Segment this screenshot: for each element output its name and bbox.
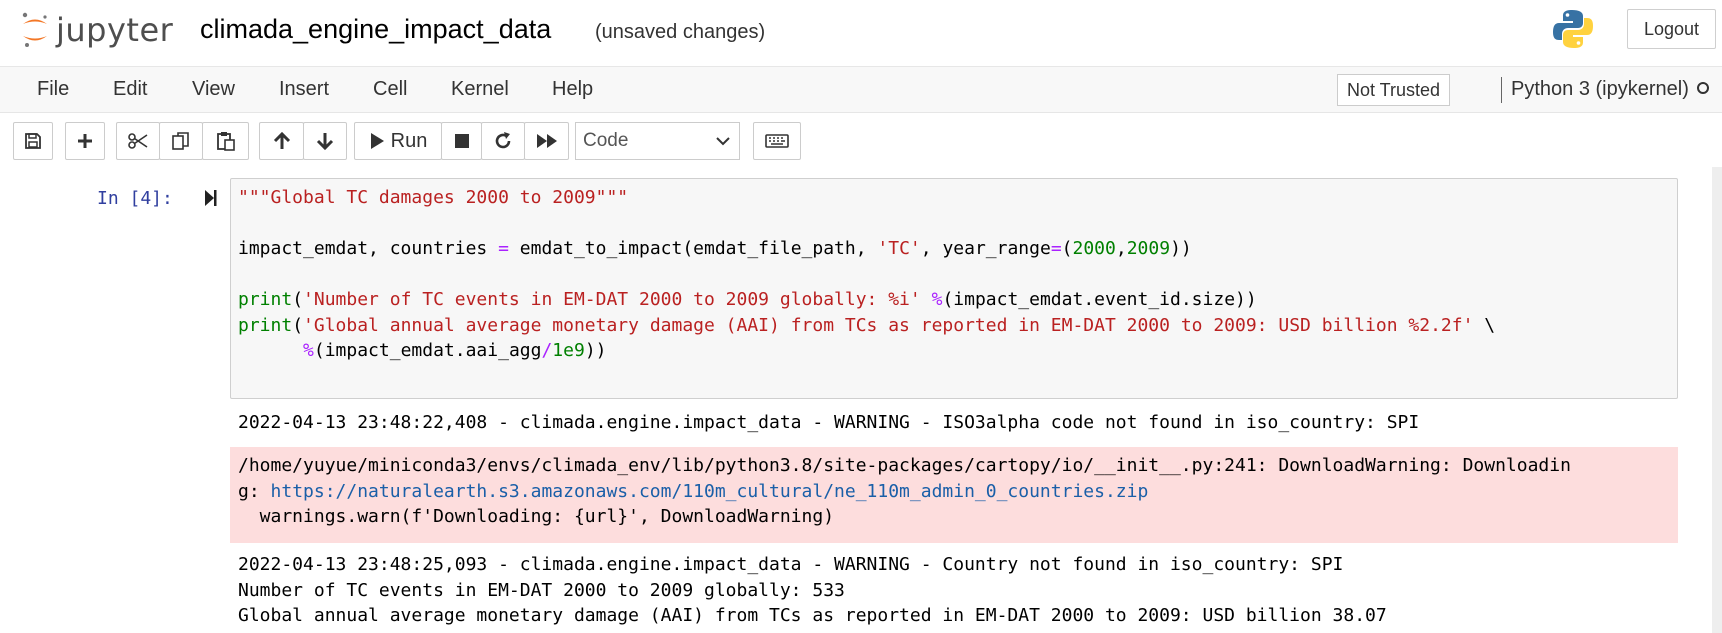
python-logo-icon [1553,10,1593,48]
stderr-line-3: warnings.warn(f'Downloading: {url}', Dow… [238,506,835,527]
stderr-output: /home/yuyue/miniconda3/envs/climada_env/… [230,447,1678,543]
code-editor[interactable]: """Global TC damages 2000 to 2009""" imp… [230,178,1678,399]
run-button[interactable]: Run [354,122,442,160]
output-log-1: 2022-04-13 23:48:22,408 - climada.engine… [238,412,1420,433]
menu-file[interactable]: File [37,67,69,112]
code-line-6: print('Global annual average monetary da… [238,314,1496,336]
insert-cell-button[interactable] [65,122,105,160]
code-line-7: %(impact_emdat.aai_agg/1e9)) [303,340,607,361]
not-trusted-button[interactable]: Not Trusted [1337,74,1451,106]
jupyter-logo[interactable]: jupyter [20,10,173,50]
stderr-text: /home/yuyue/miniconda3/envs/climada_env/… [238,453,1571,530]
menu-cell[interactable]: Cell [373,67,407,112]
restart-run-all-button[interactable] [524,122,569,160]
jupyter-logo-text: jupyter [56,11,174,49]
restart-kernel-button[interactable] [481,122,525,160]
logout-button[interactable]: Logout [1627,9,1716,49]
run-cell-icon[interactable] [204,189,218,207]
code-line-5: print('Number of TC events in EM-DAT 200… [238,289,1257,310]
kernel-idle-indicator-icon [1697,82,1709,94]
save-button[interactable] [13,122,53,160]
fast-forward-icon [536,134,557,148]
input-prompt: In [4]: [97,188,173,209]
menu-help[interactable]: Help [552,67,593,112]
output-results: 2022-04-13 23:48:25,093 - climada.engine… [238,552,1387,629]
interrupt-kernel-button[interactable] [441,122,482,160]
menubar: File Edit View Insert Cell Kernel Help N… [0,66,1722,113]
cell-type-select[interactable]: Code [575,122,740,160]
stderr-line-1: /home/yuyue/miniconda3/envs/climada_env/… [238,455,1571,476]
kernel-name[interactable]: Python 3 (ipykernel) [1511,67,1689,112]
chevron-down-icon [716,137,730,146]
move-up-button[interactable] [259,122,304,160]
toolbar: Run Code [0,113,1722,167]
download-url-link[interactable]: https://naturalearth.s3.amazonaws.com/11… [271,481,1149,502]
menu-edit[interactable]: Edit [113,67,147,112]
arrow-up-icon [273,131,290,149]
cell-type-value: Code [583,130,629,151]
scissors-icon [128,133,148,149]
stderr-line-2-prefix: g: [238,480,271,502]
copy-icon [172,132,189,150]
paste-button[interactable] [202,122,249,160]
scrollbar[interactable] [1712,167,1722,633]
output-result-1: Number of TC events in EM-DAT 2000 to 20… [238,579,845,601]
output-log-2: 2022-04-13 23:48:25,093 - climada.engine… [238,554,1344,575]
code-block: """Global TC damages 2000 to 2009""" imp… [238,185,1495,364]
arrow-down-icon [316,133,334,151]
menu-insert[interactable]: Insert [279,67,329,112]
notebook-title[interactable]: climada_engine_impact_data [200,14,551,44]
menu-kernel[interactable]: Kernel [451,67,509,112]
cut-button[interactable] [116,122,160,160]
run-label: Run [390,129,428,152]
output-result-2: Global annual average monetary damage (A… [238,605,1387,626]
notebook-container: In [4]: """Global TC damages 2000 to 200… [0,167,1712,633]
save-status: (unsaved changes) [595,21,766,43]
plus-icon [78,134,92,148]
command-palette-button[interactable] [753,122,801,160]
header: jupyter climada_engine_impact_data (unsa… [0,0,1722,66]
code-line-3: impact_emdat, countries = emdat_to_impac… [238,238,1192,259]
save-icon [25,133,41,149]
menu-view[interactable]: View [192,67,235,112]
keyboard-icon [765,134,789,148]
restart-icon [495,132,511,149]
jupyter-logo-icon [22,12,47,47]
play-icon [370,133,384,149]
copy-button[interactable] [159,122,203,160]
notebook-area: In [4]: """Global TC damages 2000 to 200… [0,167,1722,633]
kernel-separator [1501,77,1502,103]
paste-icon [216,132,235,151]
code-line-1: """Global TC damages 2000 to 2009""" [238,187,629,208]
move-down-button[interactable] [303,122,347,160]
stop-icon [454,134,469,148]
